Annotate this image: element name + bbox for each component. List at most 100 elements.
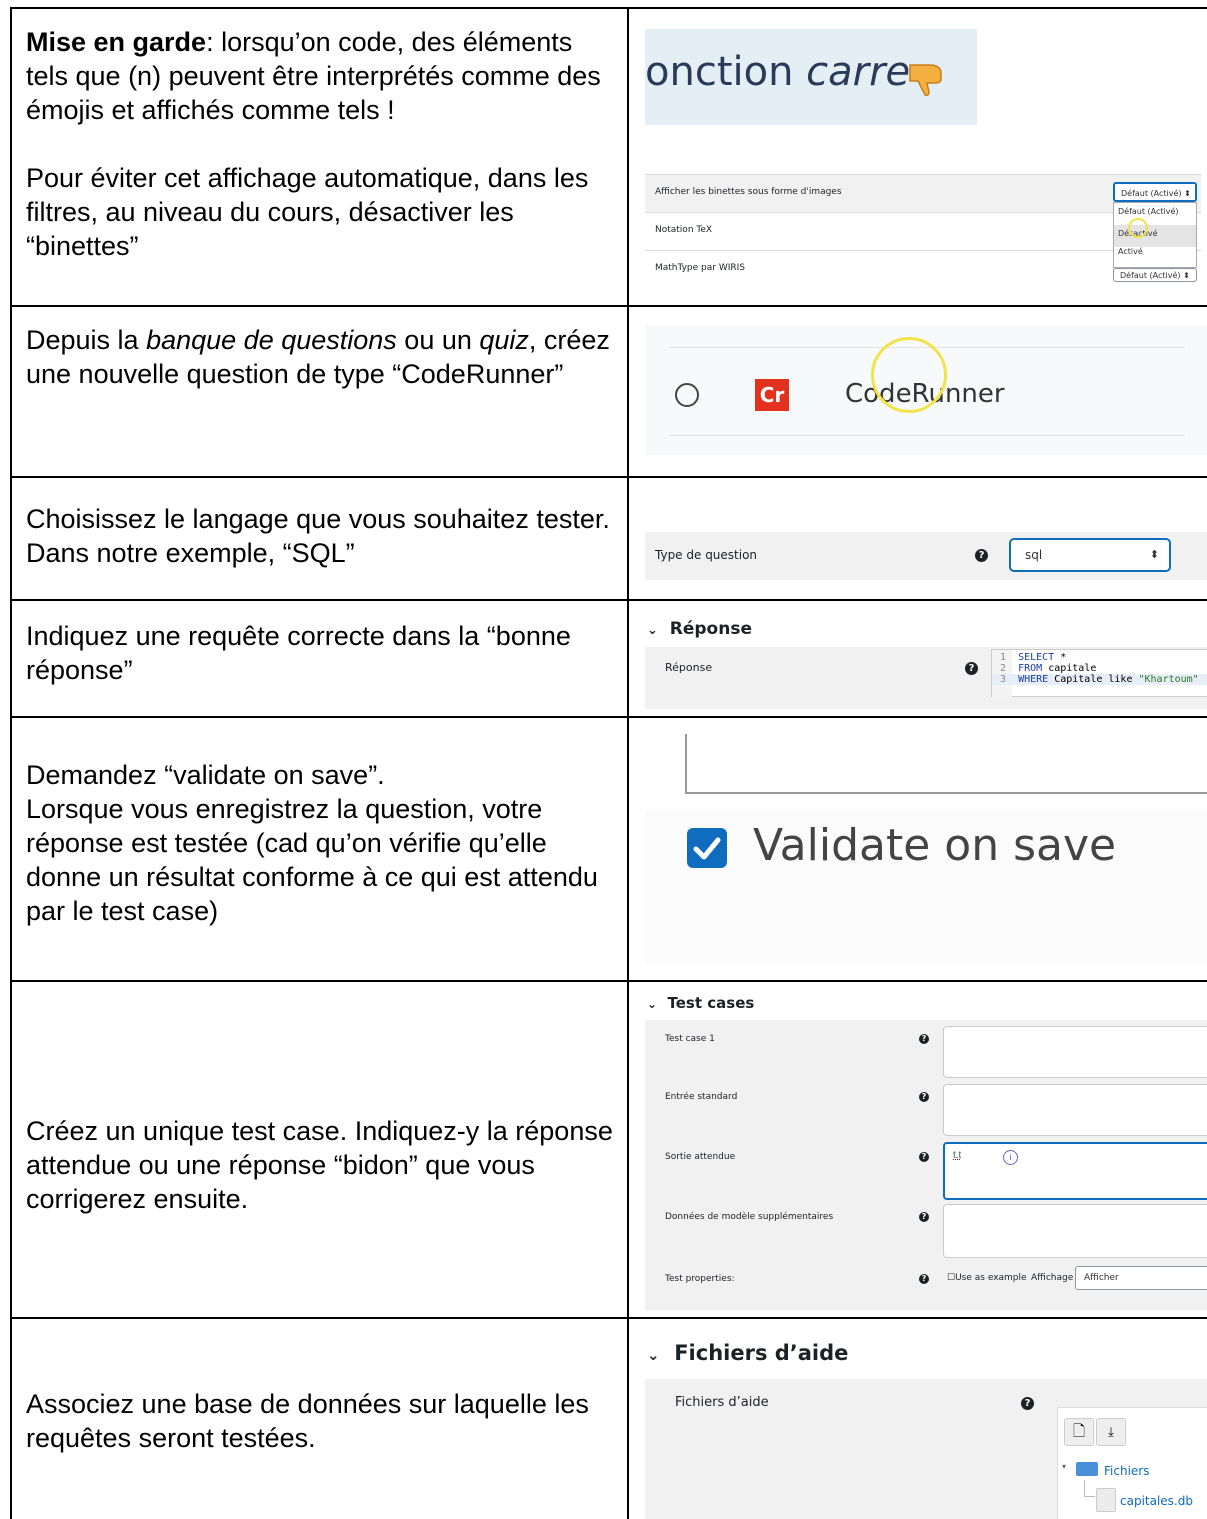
field-label: Entrée standard [665,1092,738,1102]
validate-checkbox[interactable] [687,828,727,868]
download-icon[interactable]: ⤓ [1096,1418,1126,1446]
binettes-dropdown: Défaut (Activé) Désactivé Activé [1113,202,1197,268]
cursor-highlight [1128,218,1148,238]
question-type-select[interactable]: sql ⬍ [1009,538,1171,572]
screenshot-cell: Type de question ? sql ⬍ [627,476,1207,601]
checkbox-icon: ☐ [947,1273,956,1283]
help-icon[interactable]: ? [919,1034,929,1044]
language-paragraph: Choisissez le langage que vous souhaitez… [26,504,610,568]
testcases-screenshot: ⌄ Test cases Test case 1 ? Entrée standa… [645,994,1207,1310]
dropdown-option[interactable]: Désactivé [1114,225,1196,247]
help-icon[interactable]: ? [1021,1397,1034,1410]
text-cell: Demandez “validate on save”. Lorsque vou… [10,716,629,982]
reponse-section-title[interactable]: ⌄ Réponse [647,619,752,639]
thumbs-down-icon [909,64,942,96]
extra-data-input[interactable] [943,1204,1207,1258]
table-row: Mise en garde: lorsqu’on code, des éléme… [10,7,1207,307]
table-row: Choisissez le langage que vous souhaitez… [10,476,1207,601]
field-label: Sortie attendue [665,1152,736,1162]
chevron-down-icon: ⌄ [647,1346,660,1364]
validate-line2: Lorsque vous enregistrez la question, vo… [26,794,598,926]
mathtype-select[interactable]: Défaut (Activé) ⬍ [1113,268,1197,282]
coderunner-screenshot: Cr CodeRunner [645,325,1207,455]
database-paragraph: Associez une base de données sur laquell… [26,1389,589,1453]
check-icon [693,837,721,860]
coderunner-logo-icon: Cr [755,379,789,411]
testcase-input[interactable] [943,1026,1207,1078]
warning-bold: Mise en garde [26,27,207,57]
text-cell: Créez un unique test case. Indiquez-y la… [10,980,629,1319]
binettes-paragraph: Pour éviter cet affichage automatique, d… [26,163,589,261]
expected-output-input[interactable]: t.t i [943,1142,1207,1200]
fichiers-section-title[interactable]: ⌄ Fichiers d’aide [647,1341,848,1365]
screenshot-cell: ⌄ Test cases Test case 1 ? Entrée standa… [627,980,1207,1319]
file-manager: 🗋 ⤓ ▾ Fichiers capitales.db [1057,1407,1207,1519]
testcases-section-title[interactable]: ⌄ Test cases [647,994,754,1012]
text-cell: Indiquez une requête correcte dans la “b… [10,599,629,718]
cursor-highlight [871,337,947,413]
file-icon [1096,1488,1116,1512]
question-type-screenshot: Type de question ? sql ⬍ [645,532,1207,580]
validate-screenshot: Validate on save [645,734,1207,964]
question-type-label: Type de question [655,548,758,562]
stdin-input[interactable] [943,1084,1207,1136]
field-label: Test properties: [665,1274,735,1284]
folder-label[interactable]: Fichiers [1104,1464,1149,1478]
text-cell: Mise en garde: lorsqu’on code, des éléme… [10,7,629,307]
chevron-down-icon: ⌄ [647,997,658,1011]
code-editor[interactable]: 1 SELECT * 2 FROM capitale 3 WHERE Capit… [991,649,1207,698]
fichiers-label: Fichiers d’aide [675,1395,769,1410]
screenshot-cell: Validate on save [627,716,1207,982]
use-as-example-checkbox[interactable]: ☐Use as example [947,1273,1027,1283]
help-icon[interactable]: ? [919,1152,929,1162]
affichage-label: Affichage [1031,1273,1074,1283]
field-label: Test case 1 [665,1034,715,1044]
text-cell: Depuis la banque de questions ou un quiz… [10,305,629,478]
table-row: Indiquez une requête correcte dans la “b… [10,599,1207,718]
table-row: Demandez “validate on save”. Lorsque vou… [10,716,1207,982]
document-table: Mise en garde: lorsqu’on code, des éléme… [10,7,1207,1519]
help-icon[interactable]: ? [919,1212,929,1222]
screenshot-cell: ⌄ Fichiers d’aide Fichiers d’aide ? 🗋 ⤓ … [627,1317,1207,1519]
select-arrow-icon: ⬍ [1149,548,1159,561]
new-file-icon[interactable]: 🗋 [1064,1418,1094,1446]
table-row: Créez un unique test case. Indiquez-y la… [10,980,1207,1319]
filters-screenshot: Afficher les binettes sous forme d'image… [645,174,1201,283]
dropdown-option[interactable]: Activé [1114,247,1196,259]
editor-edge [685,734,1207,794]
screenshot-cell: onction carre Afficher les binettes sous… [627,7,1207,307]
radio-button[interactable] [675,383,699,407]
filter-row-label: Afficher les binettes sous forme d'image… [655,187,842,197]
file-label[interactable]: capitales.db [1120,1494,1193,1508]
emoji-screenshot: onction carre [645,29,977,125]
text-cell: Associez une base de données sur laquell… [10,1317,629,1519]
info-icon: i [1003,1150,1018,1165]
help-icon[interactable]: ? [919,1274,929,1284]
help-icon[interactable]: ? [919,1092,929,1102]
table-row: Depuis la banque de questions ou un quiz… [10,305,1207,478]
affichage-select[interactable]: Afficher⬍ [1075,1266,1207,1290]
reponse-paragraph: Indiquez une requête correcte dans la “b… [26,621,571,685]
screenshot-cell: ⌄ Réponse Réponse ? 1 SELECT * 2 FROM ca… [627,599,1207,718]
dropdown-option[interactable]: Défaut (Activé) [1114,203,1196,225]
validate-label[interactable]: Validate on save [753,820,1116,871]
coderunner-paragraph: Depuis la banque de questions ou un quiz… [26,325,610,389]
help-icon[interactable]: ? [965,662,978,675]
reponse-screenshot: ⌄ Réponse Réponse ? 1 SELECT * 2 FROM ca… [645,617,1207,709]
filter-row-label: Notation TeX [655,225,713,235]
testcase-paragraph: Créez un unique test case. Indiquez-y la… [26,1116,613,1214]
folder-icon [1076,1462,1098,1476]
binettes-select[interactable]: Défaut (Activé) ⬍ [1113,182,1197,202]
code-snippet: onction carre [645,49,911,95]
reponse-label: Réponse [665,661,713,674]
chevron-down-icon: ⌄ [647,623,658,638]
screenshot-cell: Cr CodeRunner [627,305,1207,478]
filter-row-label: MathType par WIRIS [655,263,746,273]
help-icon[interactable]: ? [975,549,988,562]
text-cell: Choisissez le langage que vous souhaitez… [10,476,629,601]
table-row: Associez une base de données sur laquell… [10,1317,1207,1519]
fichiers-screenshot: ⌄ Fichiers d’aide Fichiers d’aide ? 🗋 ⤓ … [645,1337,1207,1519]
validate-line1: Demandez “validate on save”. [26,760,385,790]
expected-output-value: t.t [953,1150,962,1161]
expand-icon[interactable]: ▾ [1062,1462,1066,1471]
